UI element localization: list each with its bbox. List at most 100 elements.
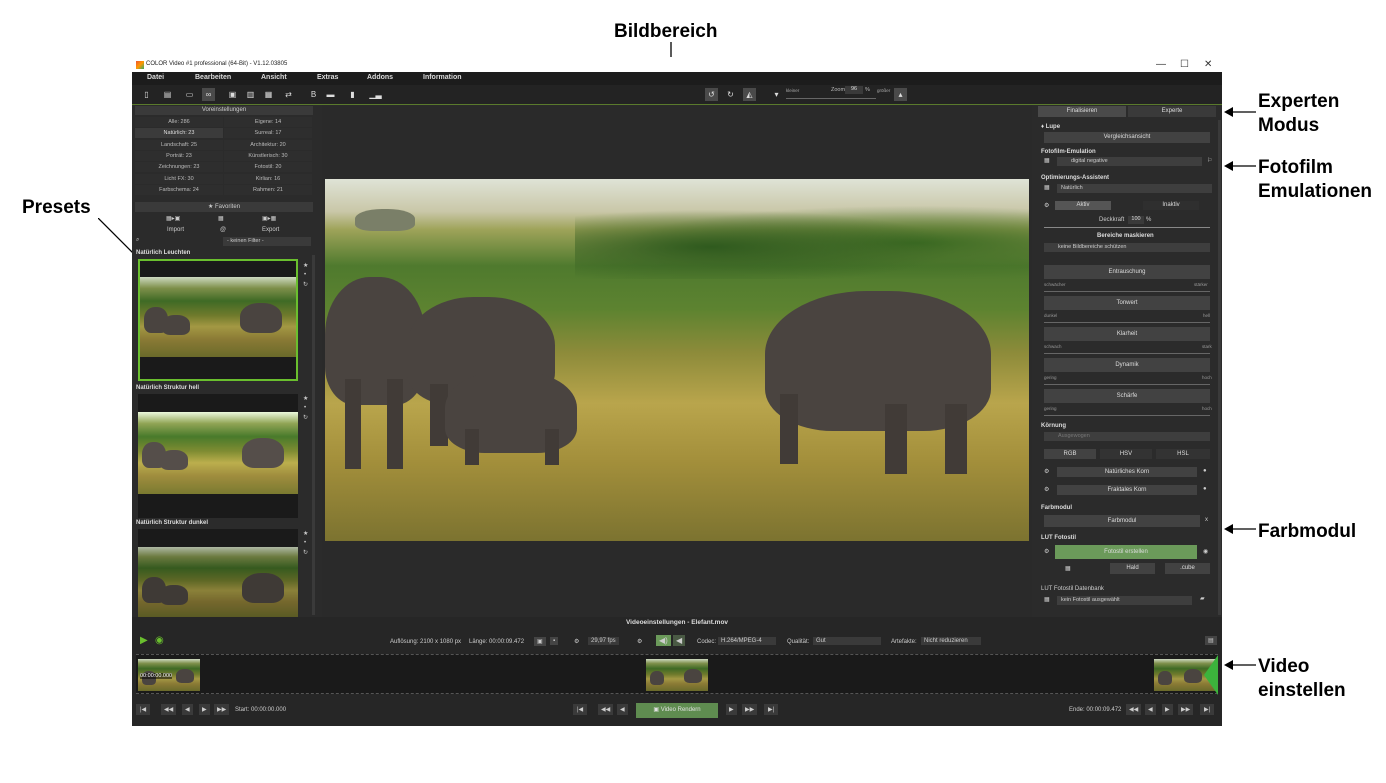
fotofilm-select[interactable]: digital negative (1057, 157, 1202, 166)
crop-icon[interactable]: ▪ (550, 637, 559, 645)
save-icon[interactable]: ▣ (226, 88, 239, 101)
active-button[interactable]: Aktiv (1055, 201, 1111, 210)
audio-on-icon[interactable]: ◀) (656, 635, 671, 646)
adj-slider-4[interactable] (1044, 415, 1210, 416)
book-icon[interactable]: B (307, 88, 320, 101)
menu-extras[interactable]: Extras (317, 74, 338, 81)
category-cell[interactable]: Künstlerisch: 30 (224, 150, 312, 161)
farbmodul-close-icon[interactable]: x (1205, 517, 1208, 523)
preset-thumb-2[interactable] (138, 394, 298, 518)
mirror-icon[interactable]: ◭ (743, 88, 756, 101)
category-cell[interactable]: Fotostil: 20 (224, 162, 312, 173)
maximize-button[interactable]: ☐ (1180, 59, 1189, 70)
category-cell[interactable]: Licht FX: 30 (135, 173, 223, 184)
end-prev-icon[interactable]: ◀ (1145, 704, 1156, 715)
end-marker-icon[interactable] (1204, 655, 1218, 695)
menu-ansicht[interactable]: Ansicht (261, 74, 287, 81)
monitor-icon[interactable]: ▬ (324, 88, 337, 101)
next-icon[interactable]: ▶ (199, 704, 210, 715)
preset-thumb-3[interactable] (138, 529, 298, 617)
menu-datei[interactable]: Datei (147, 74, 164, 81)
adj-button-0[interactable]: Entrauschung (1044, 265, 1210, 279)
grid-icon[interactable]: ▦ (218, 215, 224, 222)
lut-grid-icon[interactable]: ▦ (1065, 565, 1071, 572)
natural-grain-dot-icon[interactable]: ● (1203, 468, 1207, 474)
lut-create-button[interactable]: Fotostil erstellen (1055, 545, 1197, 559)
category-cell[interactable]: Natürlich: 23 (135, 128, 223, 139)
optimize-grid-icon[interactable]: ▦ (1044, 184, 1050, 191)
fps-value[interactable]: 29,97 fps (588, 637, 619, 645)
preset-dot-icon-3[interactable]: • (304, 540, 306, 546)
category-cell[interactable]: Surreal: 17 (224, 128, 312, 139)
play-loop-icon[interactable]: ◉ (155, 635, 164, 646)
histogram-icon[interactable]: ▁▃ (369, 88, 382, 101)
adj-button-1[interactable]: Tonwert (1044, 296, 1210, 310)
prev-fast-icon[interactable]: ◀◀ (161, 704, 177, 715)
image-area[interactable] (322, 105, 1032, 617)
grid-import-icon[interactable]: ▦▸▣ (166, 215, 180, 222)
adj-button-4[interactable]: Schärfe (1044, 389, 1210, 403)
optimize-select[interactable]: Natürlich (1057, 184, 1212, 193)
category-cell[interactable]: Landschaft: 25 (135, 139, 223, 150)
prev-icon[interactable]: ◀ (182, 704, 193, 715)
tab-finalisieren[interactable]: Finalisieren (1038, 106, 1126, 117)
lut-gear-icon[interactable]: ⚙ (1044, 548, 1049, 555)
menu-information[interactable]: Information (423, 74, 462, 81)
natural-grain-gear-icon[interactable]: ⚙ (1044, 468, 1049, 475)
export-button[interactable]: Export (262, 227, 279, 233)
mask-select[interactable]: keine Bildbereiche schützen (1044, 243, 1210, 252)
at-button[interactable]: @ (220, 227, 226, 233)
end-prev-fast-icon[interactable]: ◀◀ (1126, 704, 1142, 715)
open-file-icon[interactable]: ▤ (161, 88, 174, 101)
filter-search-icon[interactable]: ⌕ (136, 237, 139, 244)
render-first-icon[interactable]: |◀ (573, 704, 588, 715)
minimize-button[interactable]: — (1156, 59, 1166, 70)
play-icon[interactable]: ▶ (140, 635, 148, 646)
export-icon[interactable]: ▦ (262, 88, 275, 101)
adj-button-2[interactable]: Klarheit (1044, 327, 1210, 341)
audio-off-icon[interactable]: ◀ (673, 635, 686, 646)
fractal-grain-button[interactable]: Fraktales Korn (1057, 485, 1197, 495)
quality-select[interactable]: Gut (813, 637, 881, 645)
menu-addons[interactable]: Addons (367, 74, 393, 81)
preset-thumb-1[interactable] (138, 259, 298, 381)
screen-icon[interactable]: ▣ (534, 637, 546, 646)
preset-star-icon-2[interactable]: ★ (303, 395, 308, 402)
preset-dot-icon-2[interactable]: • (304, 405, 306, 411)
zoom-in-icon[interactable]: ▴ (894, 88, 907, 101)
zoom-value[interactable]: 96 (845, 86, 863, 94)
menu-bearbeiten[interactable]: Bearbeiten (195, 74, 231, 81)
zoom-slider[interactable] (786, 98, 876, 99)
fotofilm-flag-icon[interactable]: ⚐ (1207, 157, 1212, 164)
timeline[interactable]: 00:00:00.000 (136, 654, 1218, 695)
first-frame-icon[interactable]: |◀ (136, 704, 151, 715)
category-cell[interactable]: Zeichnungen: 23 (135, 162, 223, 173)
link-icon[interactable]: ∞ (202, 88, 215, 101)
preset-refresh-icon-1[interactable]: ↻ (303, 281, 308, 288)
batch-icon[interactable]: ⇄ (282, 88, 295, 101)
inactive-button[interactable]: Inaktiv (1143, 201, 1199, 210)
category-cell[interactable]: Farbschema: 24 (135, 184, 223, 195)
opacity-value[interactable]: 100 (1128, 216, 1144, 224)
export-settings-icon[interactable]: ▤ (1205, 636, 1217, 645)
close-button[interactable]: ✕ (1204, 59, 1212, 70)
zoom-out-icon[interactable]: ▾ (770, 88, 783, 101)
new-file-icon[interactable]: ▯ (140, 88, 153, 101)
hsl-button[interactable]: HSL (1156, 449, 1210, 459)
optimize-gear-icon[interactable]: ⚙ (1044, 202, 1049, 209)
fotofilm-grid-icon[interactable]: ▦ (1044, 157, 1050, 164)
last-frame-icon[interactable]: ▶| (1200, 704, 1215, 715)
category-cell[interactable]: Rahmen: 21 (224, 184, 312, 195)
favorites-button[interactable]: ★ Favoriten (135, 202, 313, 212)
render-next-icon[interactable]: ▶ (726, 704, 737, 715)
lut-settings-icon[interactable]: ◉ (1203, 548, 1208, 555)
preset-refresh-icon-3[interactable]: ↻ (303, 549, 308, 556)
cube-button[interactable]: .cube (1165, 563, 1210, 574)
tab-experte[interactable]: Experte (1128, 106, 1216, 117)
document-icon[interactable]: ▮ (346, 88, 359, 101)
category-cell[interactable]: Architektur: 20 (224, 139, 312, 150)
adj-slider-2[interactable] (1044, 353, 1210, 354)
rotate-left-icon[interactable]: ↺ (705, 88, 718, 101)
artifacts-select[interactable]: Nicht reduzieren (921, 637, 981, 645)
render-next-fast-icon[interactable]: ▶▶ (742, 704, 758, 715)
